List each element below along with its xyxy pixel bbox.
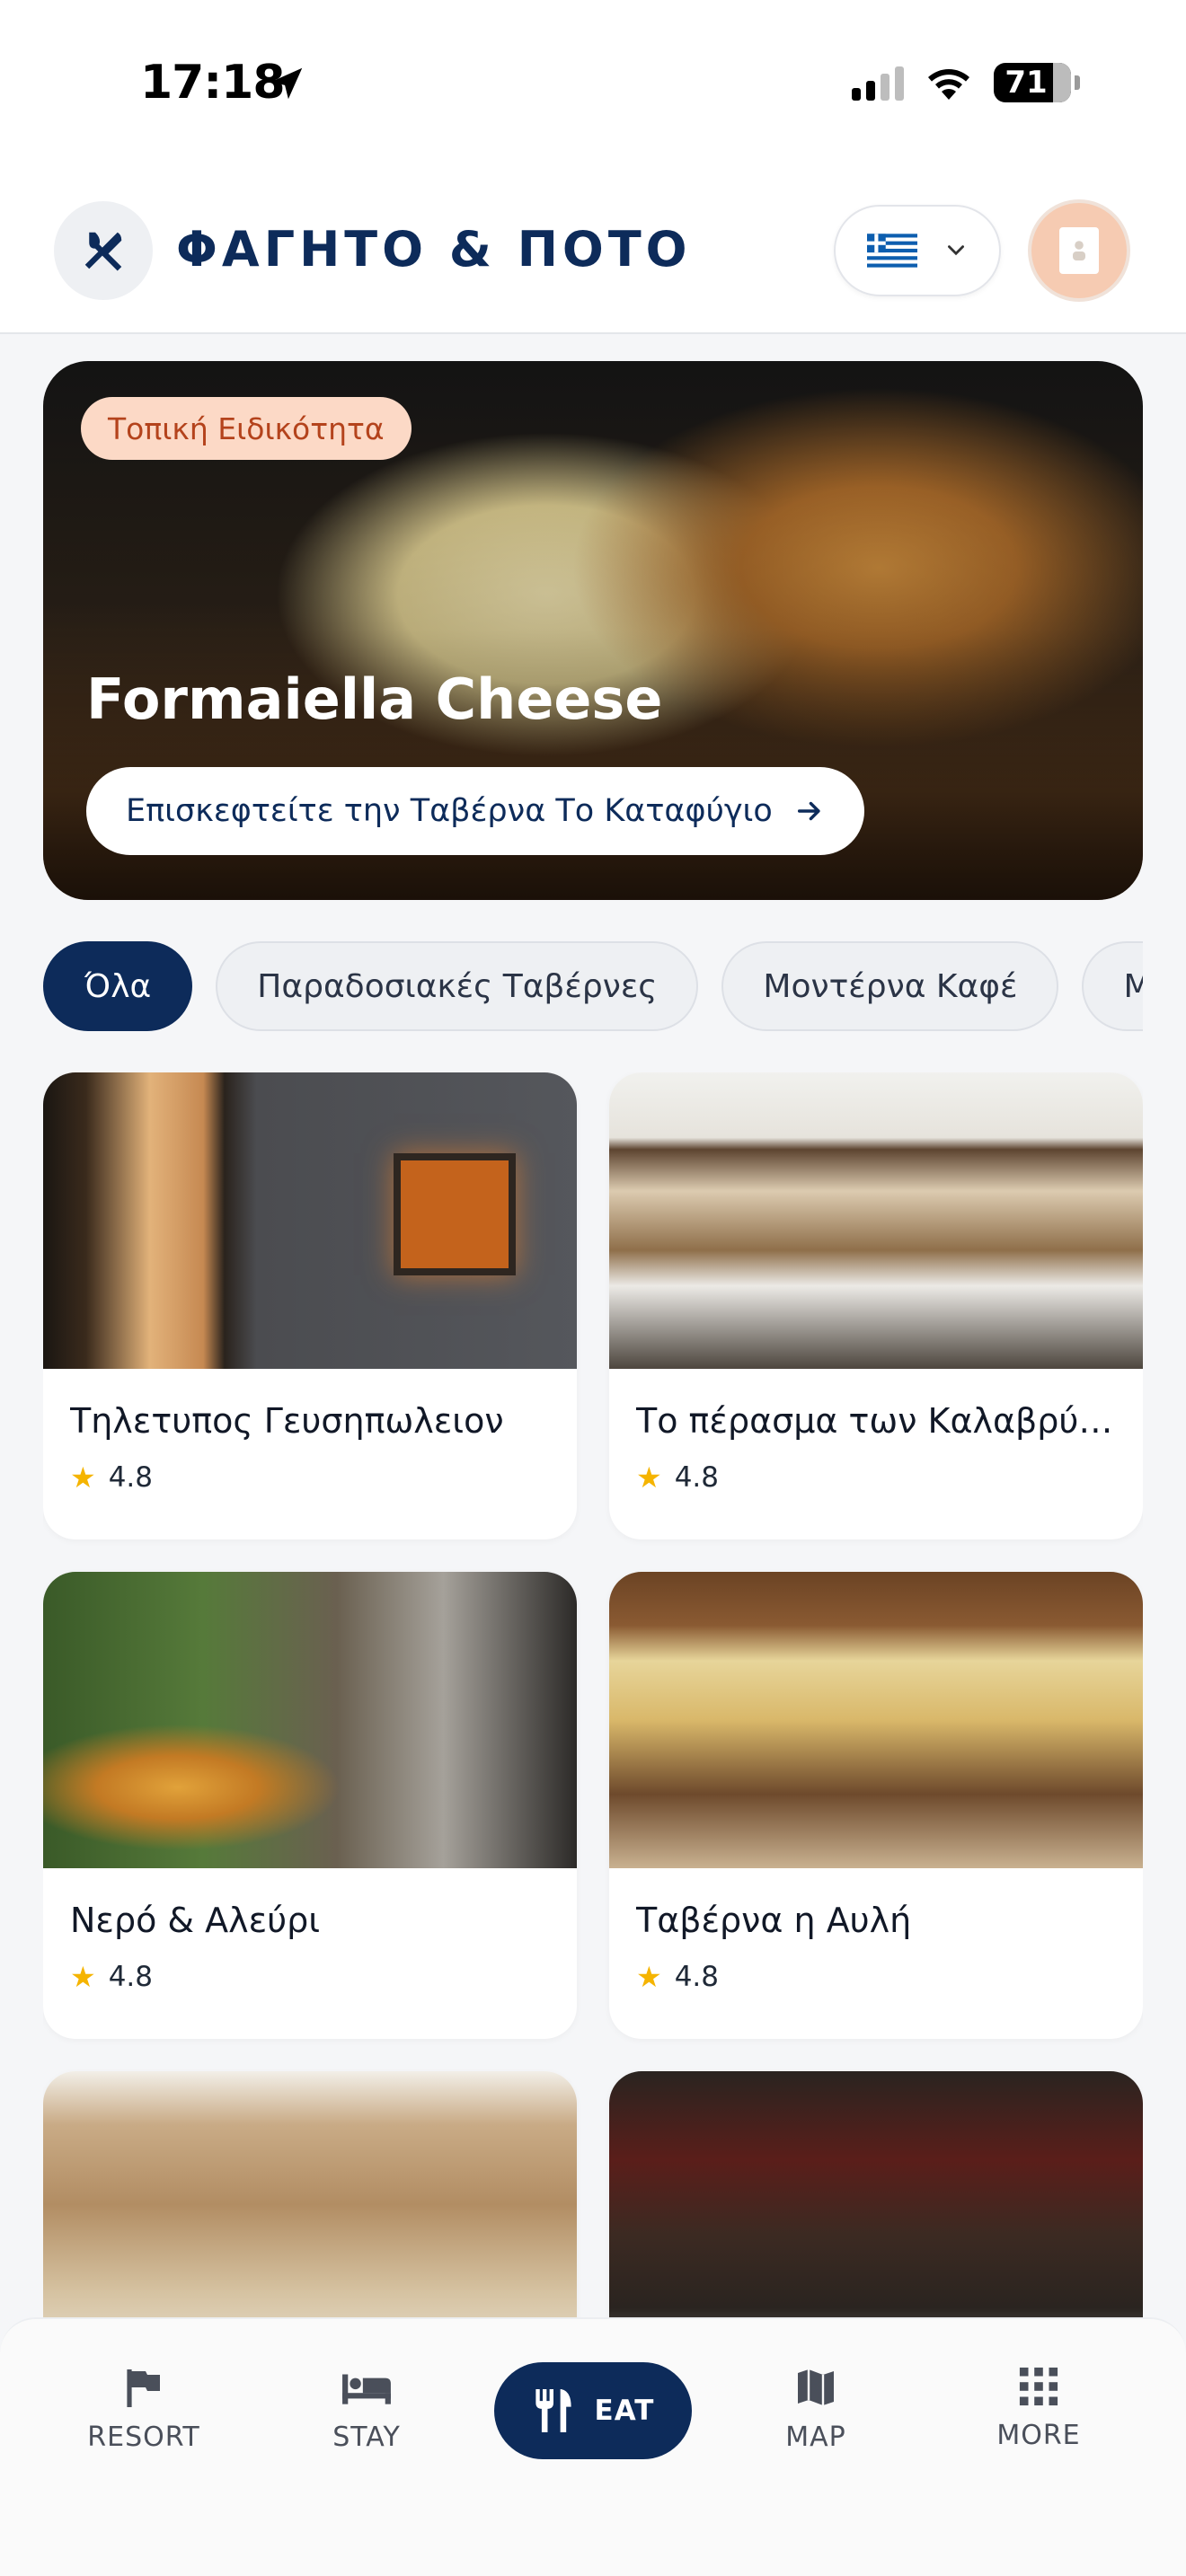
venue-rating: ★ 4.8 (70, 1460, 153, 1495)
greek-flag-icon (867, 234, 917, 268)
venue-photo (43, 1572, 577, 1868)
header-icon-badge (54, 201, 153, 300)
battery-icon: 71 (994, 63, 1071, 102)
battery-level: 71 (1005, 65, 1048, 101)
filter-chip-traditional-taverns[interactable]: Παραδοσιακές Ταβέρνες (216, 941, 699, 1031)
rating-value: 4.8 (108, 1461, 153, 1494)
status-bar: 17:18 71 (0, 0, 1186, 171)
status-indicators: 71 (852, 63, 1080, 102)
nav-stay-label: STAY (332, 2422, 401, 2453)
filter-chip-modern-cafes[interactable]: Μοντέρνα Καφέ (721, 941, 1059, 1031)
venue-card[interactable]: Τηλετυπος Γευσηπωλειον ★ 4.8 (43, 1072, 577, 1539)
star-icon: ★ (636, 1460, 662, 1495)
visit-tavern-button[interactable]: Επισκεφτείτε την Ταβέρνα Το Καταφύγιο (86, 767, 864, 855)
venue-name: Τηλετυπος Γευσηπωλειον (70, 1401, 504, 1441)
rating-value: 4.8 (674, 1961, 719, 1993)
page-title: ΦΑΓΗΤΟ & ΠΟΤΟ (176, 221, 692, 278)
featured-tag: Τοπική Ειδικότητα (81, 397, 412, 460)
profile-icon (1059, 227, 1099, 274)
nav-more-label: MORE (996, 2420, 1081, 2451)
nav-map-label: MAP (785, 2422, 846, 2453)
nav-map[interactable]: MAP (735, 2366, 897, 2453)
star-icon: ★ (636, 1960, 662, 1994)
visit-tavern-label: Επισκεφτείτε την Ταβέρνα Το Καταφύγιο (126, 793, 773, 829)
venue-photo (43, 2071, 577, 2321)
nav-eat-label: EAT (594, 2395, 655, 2427)
arrow-right-icon (797, 801, 820, 821)
map-icon (798, 2369, 834, 2405)
venue-name: Ταβέρνα η Αυλή (636, 1901, 912, 1940)
avatar[interactable] (1028, 199, 1130, 302)
star-icon: ★ (70, 1960, 96, 1994)
fork-knife-icon (84, 232, 122, 271)
venue-rating: ★ 4.8 (636, 1960, 719, 1994)
venue-name: Το πέρασμα των Καλαβρύτων (636, 1401, 1121, 1441)
bed-icon (342, 2374, 391, 2404)
venue-card[interactable]: Νερό & Αλεύρι ★ 4.8 (43, 1572, 577, 2039)
venue-rating: ★ 4.8 (636, 1460, 719, 1495)
venue-name: Νερό & Αλεύρι (70, 1901, 321, 1940)
restaurant-icon (535, 2389, 571, 2432)
featured-title: Formaiella Cheese (86, 666, 663, 732)
status-time: 17:18 (140, 56, 286, 110)
venue-rating: ★ 4.8 (70, 1960, 153, 1994)
nav-resort[interactable]: RESORT (63, 2366, 225, 2453)
bottom-navigation: RESORT STAY EAT MAP MORE (0, 2317, 1186, 2576)
app-header: ΦΑΓΗΤΟ & ΠΟΤΟ (0, 171, 1186, 334)
nav-resort-label: RESORT (87, 2422, 200, 2453)
rating-value: 4.8 (674, 1461, 719, 1494)
venue-card[interactable] (609, 2071, 1143, 2321)
location-arrow-icon (270, 67, 303, 100)
venue-grid: Τηλετυπος Γευσηπωλειον ★ 4.8 Το πέρασμα … (43, 1072, 1143, 2321)
nav-more[interactable]: MORE (958, 2366, 1120, 2451)
category-filters: Όλα Παραδοσιακές Ταβέρνες Μοντέρνα Καφέ … (43, 941, 1143, 1033)
venue-photo (609, 1572, 1143, 1868)
venue-photo (609, 1072, 1143, 1369)
venue-photo (609, 2071, 1143, 2321)
venue-card[interactable]: Ταβέρνα η Αυλή ★ 4.8 (609, 1572, 1143, 2039)
featured-banner[interactable]: Τοπική Ειδικότητα Formaiella Cheese Επισ… (43, 361, 1143, 900)
filter-chip-all[interactable]: Όλα (43, 941, 193, 1031)
wifi-icon (928, 69, 969, 100)
flag-icon (127, 2369, 160, 2407)
chevron-down-icon (948, 245, 964, 256)
nav-eat[interactable]: EAT (494, 2362, 692, 2459)
star-icon: ★ (70, 1460, 96, 1495)
filter-chip-bars[interactable]: Μπαρ (1082, 941, 1143, 1031)
rating-value: 4.8 (108, 1961, 153, 1993)
nav-stay[interactable]: STAY (286, 2366, 447, 2453)
grid-icon (1019, 2367, 1058, 2406)
venue-card[interactable]: Το πέρασμα των Καλαβρύτων ★ 4.8 (609, 1072, 1143, 1539)
cellular-signal-icon (852, 65, 904, 101)
language-selector[interactable] (834, 205, 1001, 296)
venue-photo (43, 1072, 577, 1369)
venue-card[interactable] (43, 2071, 577, 2321)
